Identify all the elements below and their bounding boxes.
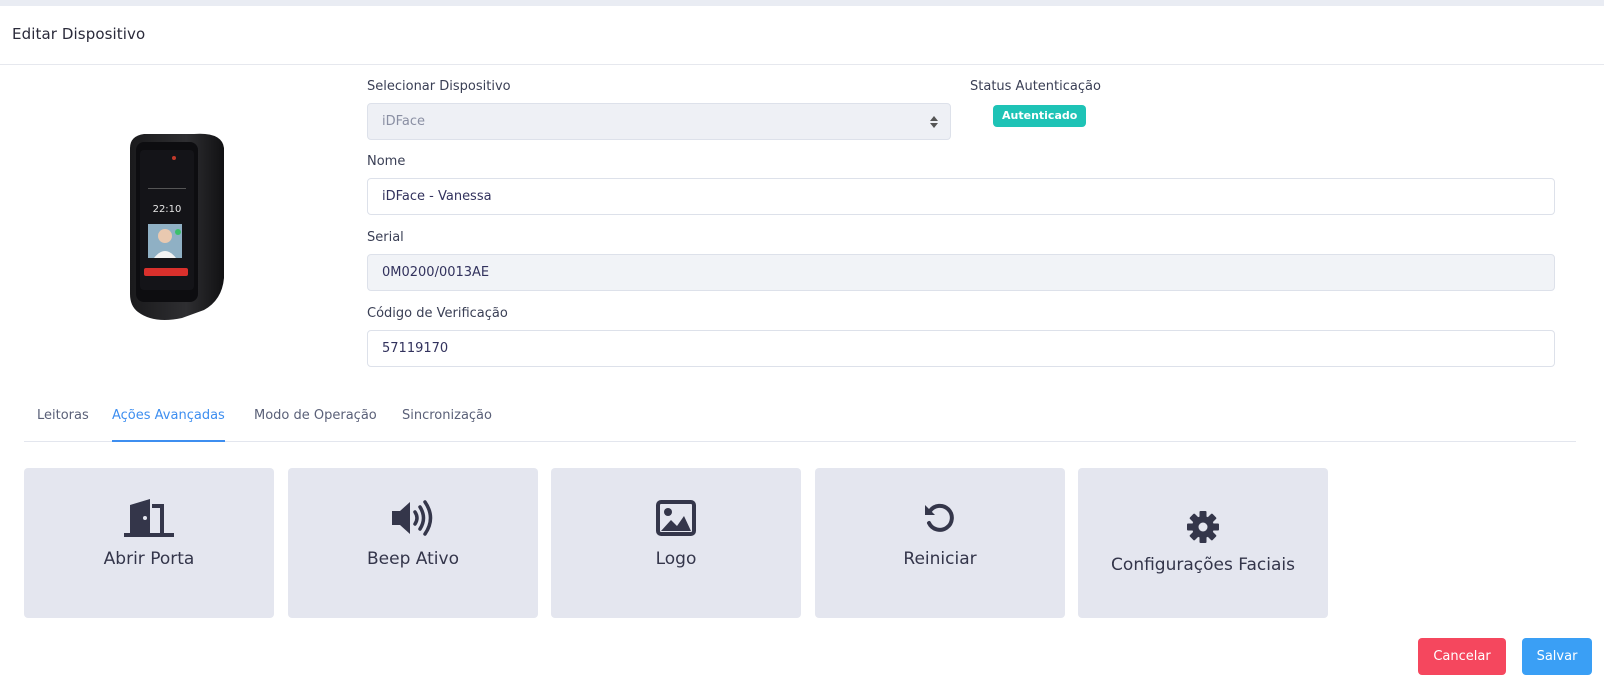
select-device-value: iDFace xyxy=(382,114,426,129)
volume-up-icon xyxy=(392,500,433,536)
beep-ativo-button[interactable]: Beep Ativo xyxy=(288,468,538,618)
save-button[interactable]: Salvar xyxy=(1522,638,1592,675)
select-device-label: Selecionar Dispositivo xyxy=(367,79,511,94)
device-image: 22:10 xyxy=(130,133,224,320)
name-input[interactable]: iDFace - Vanessa xyxy=(367,178,1555,215)
verification-code-value: 57119170 xyxy=(382,341,449,356)
abrir-porta-button[interactable]: Abrir Porta xyxy=(24,468,274,618)
page-header: Editar Dispositivo xyxy=(0,6,1604,65)
serial-label: Serial xyxy=(367,230,404,245)
logo-button[interactable]: Logo xyxy=(551,468,801,618)
restart-icon xyxy=(925,503,954,532)
name-label: Nome xyxy=(367,154,406,169)
abrir-porta-label: Abrir Porta xyxy=(103,549,195,569)
logo-label: Logo xyxy=(655,549,697,569)
cancel-button[interactable]: Cancelar xyxy=(1418,638,1506,675)
reiniciar-button[interactable]: Reiniciar xyxy=(815,468,1065,618)
status-label: Status Autenticação xyxy=(970,79,1101,94)
door-open-icon xyxy=(124,499,174,537)
tab-leitoras[interactable]: Leitoras xyxy=(37,408,89,442)
tab-bar: Leitoras Ações Avançadas Modo de Operaçã… xyxy=(24,396,1576,442)
image-icon xyxy=(656,500,696,536)
device-screen-time: 22:10 xyxy=(153,204,182,215)
tab-acoes-avancadas[interactable]: Ações Avançadas xyxy=(112,408,225,442)
serial-input: 0M0200/0013AE xyxy=(367,254,1555,291)
page-title: Editar Dispositivo xyxy=(12,25,146,43)
gear-icon xyxy=(1187,511,1219,543)
beep-ativo-label: Beep Ativo xyxy=(367,549,459,569)
configuracoes-faciais-button[interactable]: Configurações Faciais xyxy=(1078,468,1328,618)
verification-code-label: Código de Verificação xyxy=(367,306,508,321)
serial-value: 0M0200/0013AE xyxy=(382,265,490,280)
sort-arrows-icon xyxy=(930,116,938,128)
reiniciar-label: Reiniciar xyxy=(903,549,977,569)
name-value: iDFace - Vanessa xyxy=(382,189,492,204)
verification-code-input[interactable]: 57119170 xyxy=(367,330,1555,367)
select-device-dropdown[interactable]: iDFace xyxy=(367,103,951,140)
configuracoes-faciais-label: Configurações Faciais xyxy=(1111,555,1295,575)
tab-sincronizacao[interactable]: Sincronização xyxy=(402,408,492,442)
status-badge: Autenticado xyxy=(993,105,1087,127)
tab-modo-de-operacao[interactable]: Modo de Operação xyxy=(254,408,377,442)
